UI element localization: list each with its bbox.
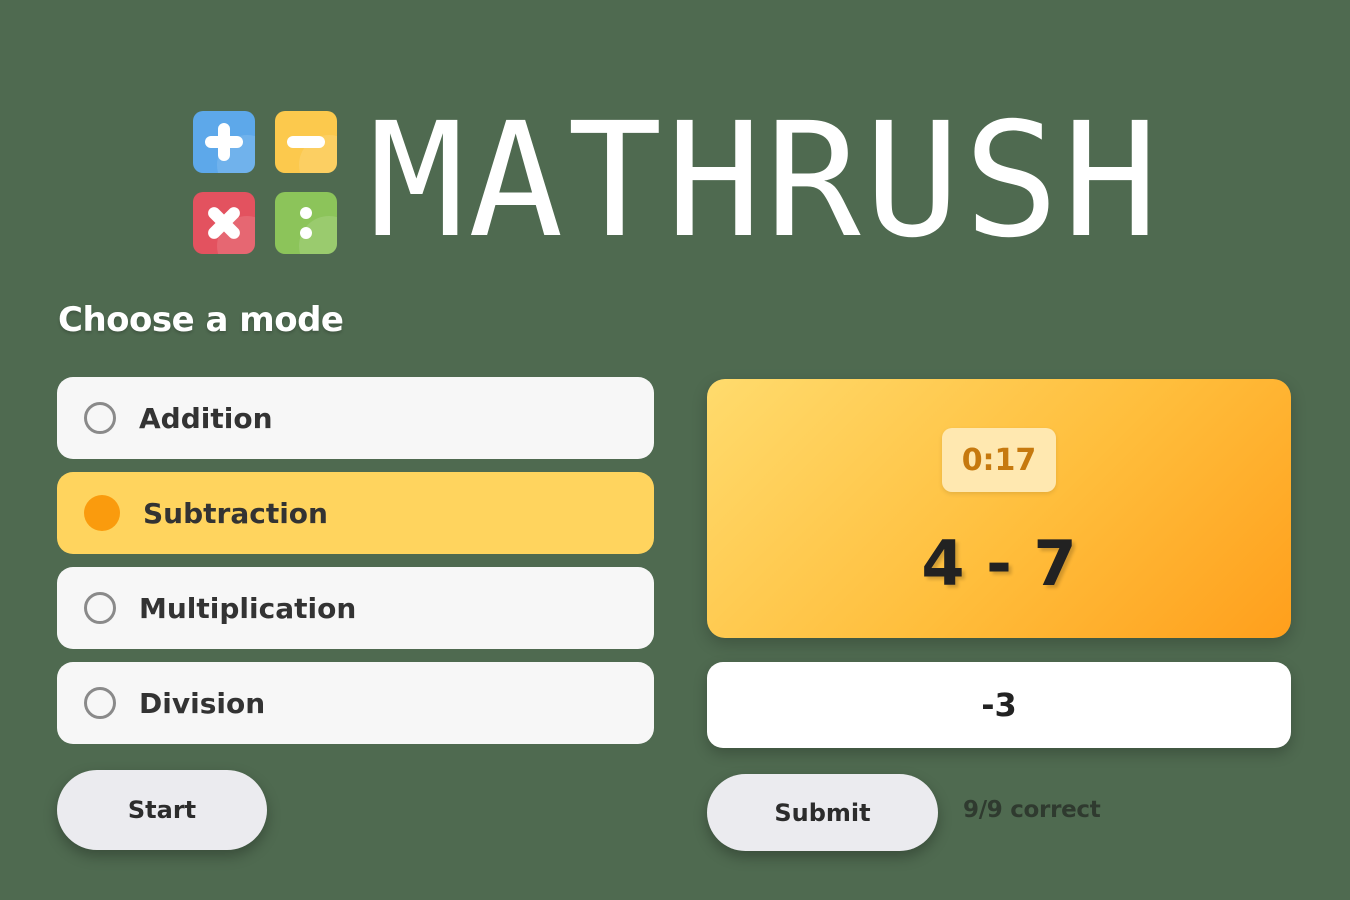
radio-subtraction[interactable] (84, 495, 120, 531)
mode-option-multiplication[interactable]: Multiplication (57, 567, 654, 649)
timer-badge: 0:17 (942, 428, 1056, 492)
mode-label-subtraction: Subtraction (143, 496, 328, 530)
question-card: 0:17 4 - 7 (707, 379, 1291, 638)
score-text: 9/9 correct (963, 797, 1101, 823)
mode-heading: Choose a mode (58, 300, 344, 340)
mode-option-addition[interactable]: Addition (57, 377, 654, 459)
mode-label-division: Division (139, 686, 266, 720)
mode-option-subtraction[interactable]: Subtraction (57, 472, 654, 554)
mode-label-addition: Addition (139, 401, 273, 435)
submit-button[interactable]: Submit (707, 774, 938, 851)
app-title: MATHRUSH (369, 89, 1162, 273)
times-icon (193, 192, 255, 254)
mode-option-division[interactable]: Division (57, 662, 654, 744)
problem-text: 4 - 7 (921, 527, 1077, 600)
app-logo: MATHRUSH (193, 89, 1162, 273)
operator-tiles (193, 108, 339, 254)
plus-icon (193, 111, 255, 173)
divide-icon (275, 192, 337, 254)
radio-addition[interactable] (84, 402, 116, 434)
start-button[interactable]: Start (57, 770, 267, 850)
radio-multiplication[interactable] (84, 592, 116, 624)
answer-input[interactable] (707, 662, 1291, 748)
mode-label-multiplication: Multiplication (139, 591, 357, 625)
radio-division[interactable] (84, 687, 116, 719)
minus-icon (275, 111, 337, 173)
